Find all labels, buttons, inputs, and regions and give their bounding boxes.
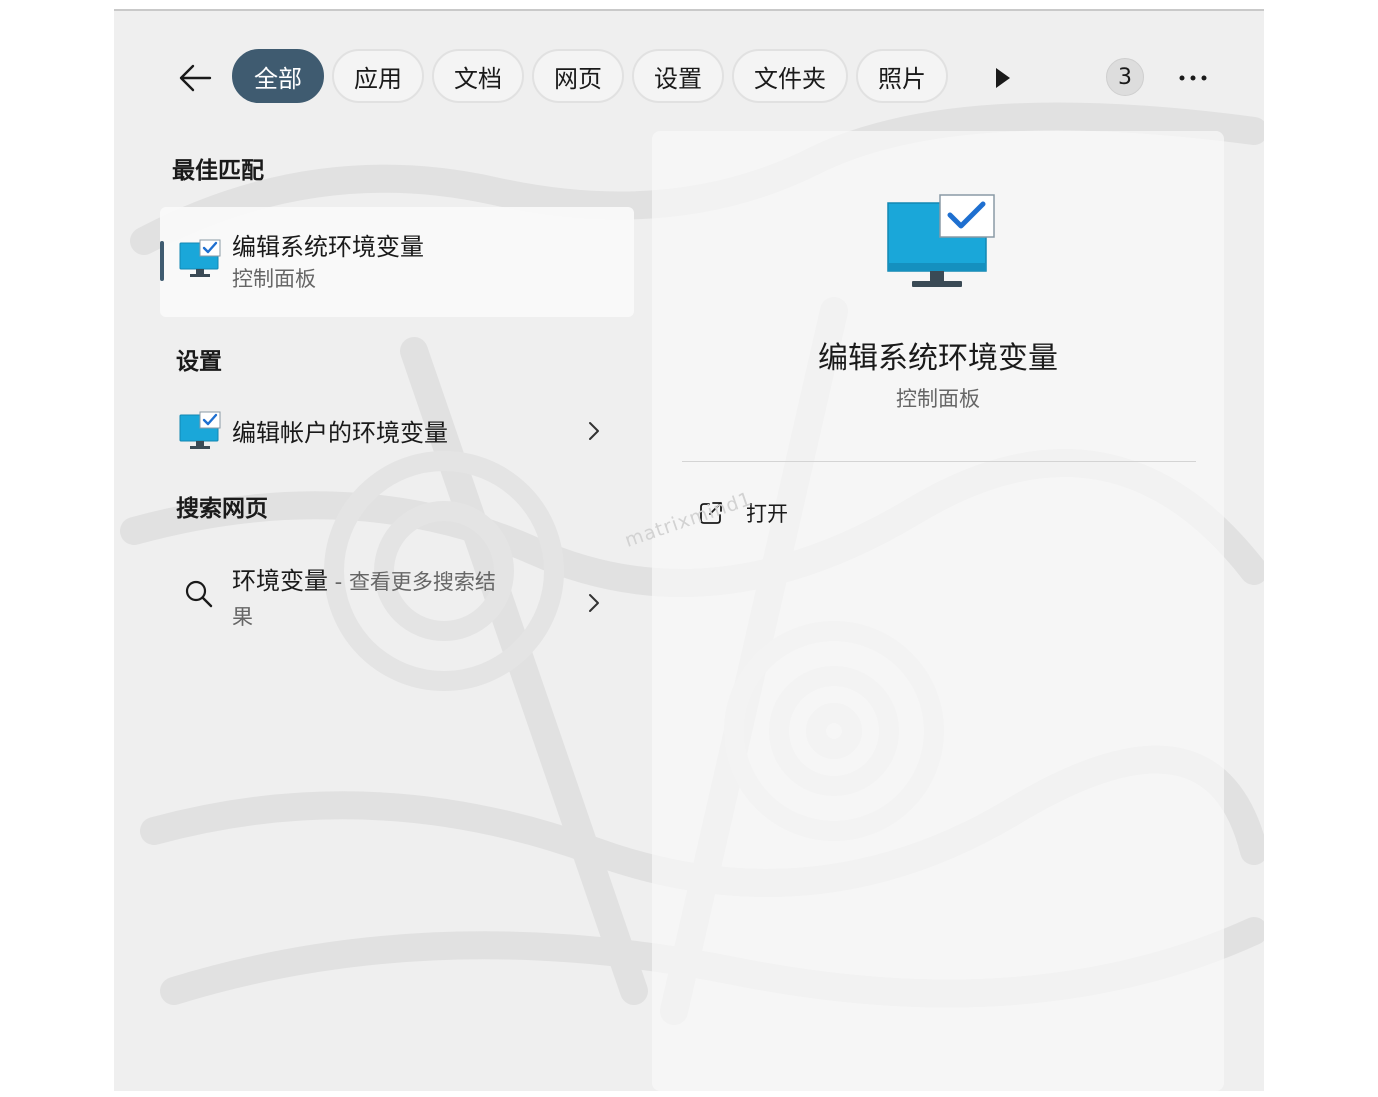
best-match-title: 编辑系统环境变量 [232,233,424,261]
more-tabs-button[interactable] [988,63,1018,93]
monitor-check-icon [887,194,995,287]
web-search-separator: - [328,570,349,594]
settings-heading: 设置 [176,349,222,375]
web-search-result[interactable]: 环境变量 - 查看更多搜索结 果 [160,549,634,647]
search-window: 全部 应用 文档 网页 设置 文件夹 照片 3 最佳匹配 编辑系统环境变量 控制… [114,9,1264,1091]
search-icon [185,580,213,608]
selection-indicator [160,241,164,281]
detail-subtitle: 控制面板 [896,387,980,411]
web-search-query: 环境变量 [232,567,328,595]
tab-web[interactable]: 网页 [532,49,624,103]
tab-documents[interactable]: 文档 [432,49,524,103]
chevron-right-icon [589,594,599,612]
tab-folders[interactable]: 文件夹 [732,49,848,103]
detail-divider [682,461,1196,462]
more-dots-icon [1179,75,1207,81]
best-match-subtitle: 控制面板 [232,267,316,291]
tab-all[interactable]: 全部 [232,49,324,103]
monitor-check-icon [179,239,221,277]
filter-toolbar: 全部 应用 文档 网页 设置 文件夹 照片 3 [114,49,1264,107]
best-match-heading: 最佳匹配 [172,158,264,184]
more-options-button[interactable] [1176,61,1210,95]
tab-apps[interactable]: 应用 [332,49,424,103]
rewards-badge[interactable]: 3 [1106,58,1144,96]
chevron-right-icon [589,422,599,440]
web-search-heading: 搜索网页 [176,496,268,522]
tab-photos[interactable]: 照片 [856,49,948,103]
web-search-line1: 环境变量 - 查看更多搜索结 [232,561,496,596]
detail-title: 编辑系统环境变量 [818,341,1058,376]
best-match-result[interactable]: 编辑系统环境变量 控制面板 [160,207,634,317]
settings-result[interactable]: 编辑帐户的环境变量 [160,397,634,463]
monitor-check-icon [179,411,221,449]
detail-pane: 编辑系统环境变量 控制面板 打开 [652,131,1224,1091]
settings-result-label: 编辑帐户的环境变量 [232,419,448,447]
back-button[interactable] [170,55,220,101]
tab-settings[interactable]: 设置 [632,49,724,103]
web-search-more-results-wrap: 果 [232,605,253,629]
back-arrow-icon [179,64,212,92]
web-search-more-results: 查看更多搜索结 [348,570,496,594]
filter-tabs: 全部 应用 文档 网页 设置 文件夹 照片 [232,49,948,107]
play-triangle-icon [996,68,1010,88]
